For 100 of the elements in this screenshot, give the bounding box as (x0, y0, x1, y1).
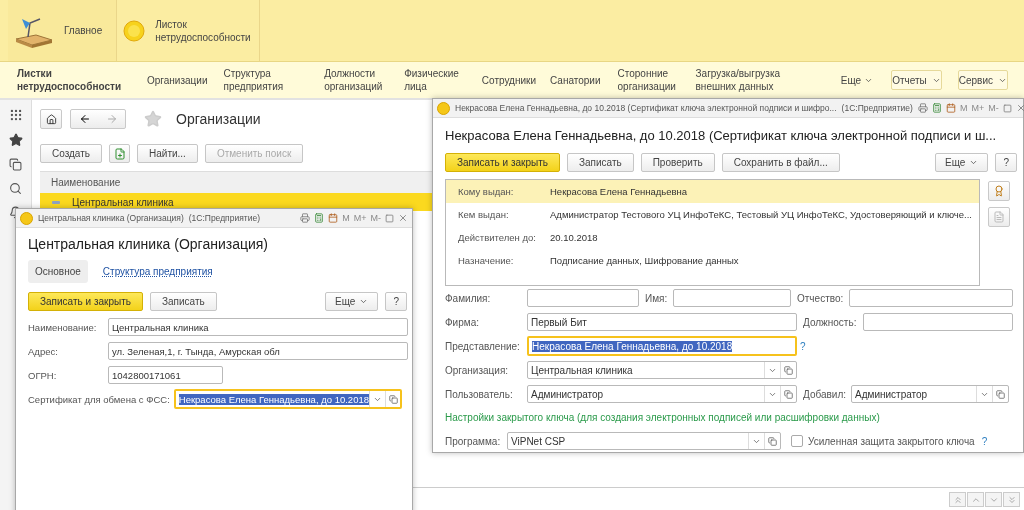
star-icon[interactable] (8, 133, 23, 147)
memory-key: M+ (353, 213, 367, 223)
dropdown-field[interactable]: Администратор (851, 385, 1009, 403)
document-button[interactable] (988, 207, 1010, 227)
round-emblem-icon (123, 19, 146, 42)
toolbar-button[interactable]: Проверить (640, 153, 715, 172)
memory-key: M (342, 213, 350, 223)
home-button[interactable] (40, 109, 62, 129)
open-icon[interactable] (784, 389, 793, 399)
close-icon[interactable] (1015, 103, 1024, 113)
open-icon[interactable] (768, 436, 777, 446)
memory-key: M (959, 103, 968, 113)
help-button[interactable]: ? (385, 292, 407, 311)
input-field[interactable] (527, 289, 639, 307)
field-label: Представление: (445, 340, 521, 352)
toolbar-button[interactable]: Создать (40, 144, 102, 163)
field-label: Сертификат для обмена с ФСС: (28, 393, 170, 405)
nav-link[interactable]: Санатории (550, 73, 601, 87)
nav-link[interactable]: Физические лица (404, 67, 466, 93)
input-field[interactable]: Некрасова Елена Геннадьевна, до 10.2018 (527, 336, 797, 356)
toolbar-button[interactable]: Записать (566, 153, 634, 172)
nav-link[interactable]: Должности организаций (324, 67, 387, 93)
dropdown-field[interactable]: Администратор (527, 385, 797, 403)
section-heading: Настройки закрытого ключа (для создания электронных подписей или расшифровки данных) (445, 411, 880, 423)
form-title: Некрасова Елена Геннадьевна, до 10.2018 (Сертификат ключа электронной подписи и ш... (445, 128, 998, 143)
form-title: Центральная клиника (Организация) (28, 236, 269, 252)
checkbox[interactable] (791, 435, 803, 447)
print-icon[interactable] (917, 103, 928, 113)
open-icon[interactable] (996, 389, 1005, 399)
input-field[interactable]: Первый Бит (527, 313, 797, 331)
field-label: Отчество: (797, 292, 845, 304)
home-icon (45, 113, 57, 125)
app-name: (1С:Предприятие) (188, 213, 260, 223)
detail-label: Действителен до: (458, 232, 537, 243)
help-button[interactable]: ? (995, 153, 1017, 172)
nav-link[interactable]: Загрузка/выгрузка внешних данных (695, 67, 823, 93)
more-menu[interactable]: Еще (840, 74, 874, 86)
input-field[interactable] (673, 289, 791, 307)
save-close-button[interactable]: Записать и закрыть (445, 153, 560, 172)
help-link[interactable]: ? (800, 340, 806, 352)
calculator-icon[interactable] (931, 103, 942, 113)
search-icon[interactable] (9, 182, 22, 195)
checkbox-label: Усиленная защита закрытого ключа (808, 435, 975, 447)
more-button[interactable]: Еще (325, 292, 379, 311)
details-row[interactable]: Кому выдан: Некрасова Елена Геннадьевна (446, 180, 979, 203)
toolbar-button[interactable]: Сохранить в файл... (721, 153, 840, 172)
form-tab[interactable]: Структура предприятия (95, 260, 220, 283)
double-down-icon (1006, 494, 1017, 505)
memory-key: M- (988, 103, 999, 113)
more-button[interactable]: Еще (935, 153, 989, 172)
input-field[interactable] (863, 313, 1013, 331)
input-field[interactable] (849, 289, 1013, 307)
detail-value: Администратор Тестового УЦ ИнфоТеКС, Тестовый УЦ ИнфоТеКС, Удостоверяющий и ключе... (550, 209, 972, 220)
calendar-icon[interactable] (328, 213, 339, 223)
toolbar-button[interactable]: Найти... (137, 144, 198, 163)
input-field[interactable]: 1042800171061 (108, 366, 223, 384)
nav-link[interactable]: Структура предприятия (223, 67, 309, 93)
nav-link[interactable]: Сотрудники (481, 73, 536, 87)
close-icon[interactable] (398, 213, 408, 223)
menu-button[interactable]: Сервис (957, 70, 1008, 90)
dropdown-field[interactable]: Центральная клиника (527, 361, 797, 379)
input-field[interactable]: ул. Зеленая,1, г. Тында, Амурская обл (108, 342, 408, 360)
app-name: (1С:Предприятие) (841, 103, 913, 113)
help-link[interactable]: ? (981, 435, 988, 447)
apps-grid-icon[interactable] (8, 108, 23, 122)
form-tab[interactable]: Основное (28, 260, 88, 283)
nav-link[interactable]: Организации (147, 73, 208, 87)
history-icon[interactable] (9, 158, 22, 171)
calendar-icon[interactable] (945, 103, 956, 113)
section-tab[interactable]: Главное (64, 24, 103, 37)
nav-link[interactable]: Сторонние организации (617, 67, 680, 93)
toolbar-button[interactable]: Записать (149, 292, 217, 311)
save-close-button[interactable]: Записать и закрыть (28, 292, 143, 311)
field-label: Имя: (645, 292, 669, 304)
window-caption: Центральная клиника (Организация) (38, 213, 184, 223)
page-title: Организации (176, 111, 261, 127)
add-copy-button[interactable] (109, 144, 130, 163)
menu-button[interactable]: Отчеты (891, 70, 942, 90)
maximize-icon[interactable] (1002, 103, 1012, 113)
detail-value: 20.10.2018 (550, 232, 598, 243)
detail-label: Назначение: (458, 255, 515, 266)
caret-icon (969, 158, 979, 167)
field-label: Пользователь: (445, 388, 514, 400)
app-logo-icon (20, 211, 33, 225)
certificate-button[interactable] (988, 181, 1010, 201)
add-document-icon (113, 147, 126, 160)
input-field[interactable]: Центральная клиника (108, 318, 408, 336)
dropdown-field[interactable]: ViPNet CSP (507, 432, 781, 450)
open-icon[interactable] (389, 394, 398, 404)
app-logo-icon (437, 101, 450, 115)
detail-value: Подписание данных, Шифрование данных (550, 255, 739, 266)
open-icon[interactable] (784, 365, 793, 375)
field-label: ОГРН: (28, 369, 58, 381)
back-arrow-icon (78, 113, 91, 125)
dropdown-field[interactable]: Некрасова Елена Геннадьевна, до 10.2018 (173, 389, 402, 409)
favorite-star-icon[interactable] (144, 110, 162, 128)
calculator-icon[interactable] (314, 213, 325, 223)
maximize-icon[interactable] (385, 213, 394, 223)
print-icon[interactable] (300, 213, 311, 223)
field-label: Фамилия: (445, 292, 492, 304)
